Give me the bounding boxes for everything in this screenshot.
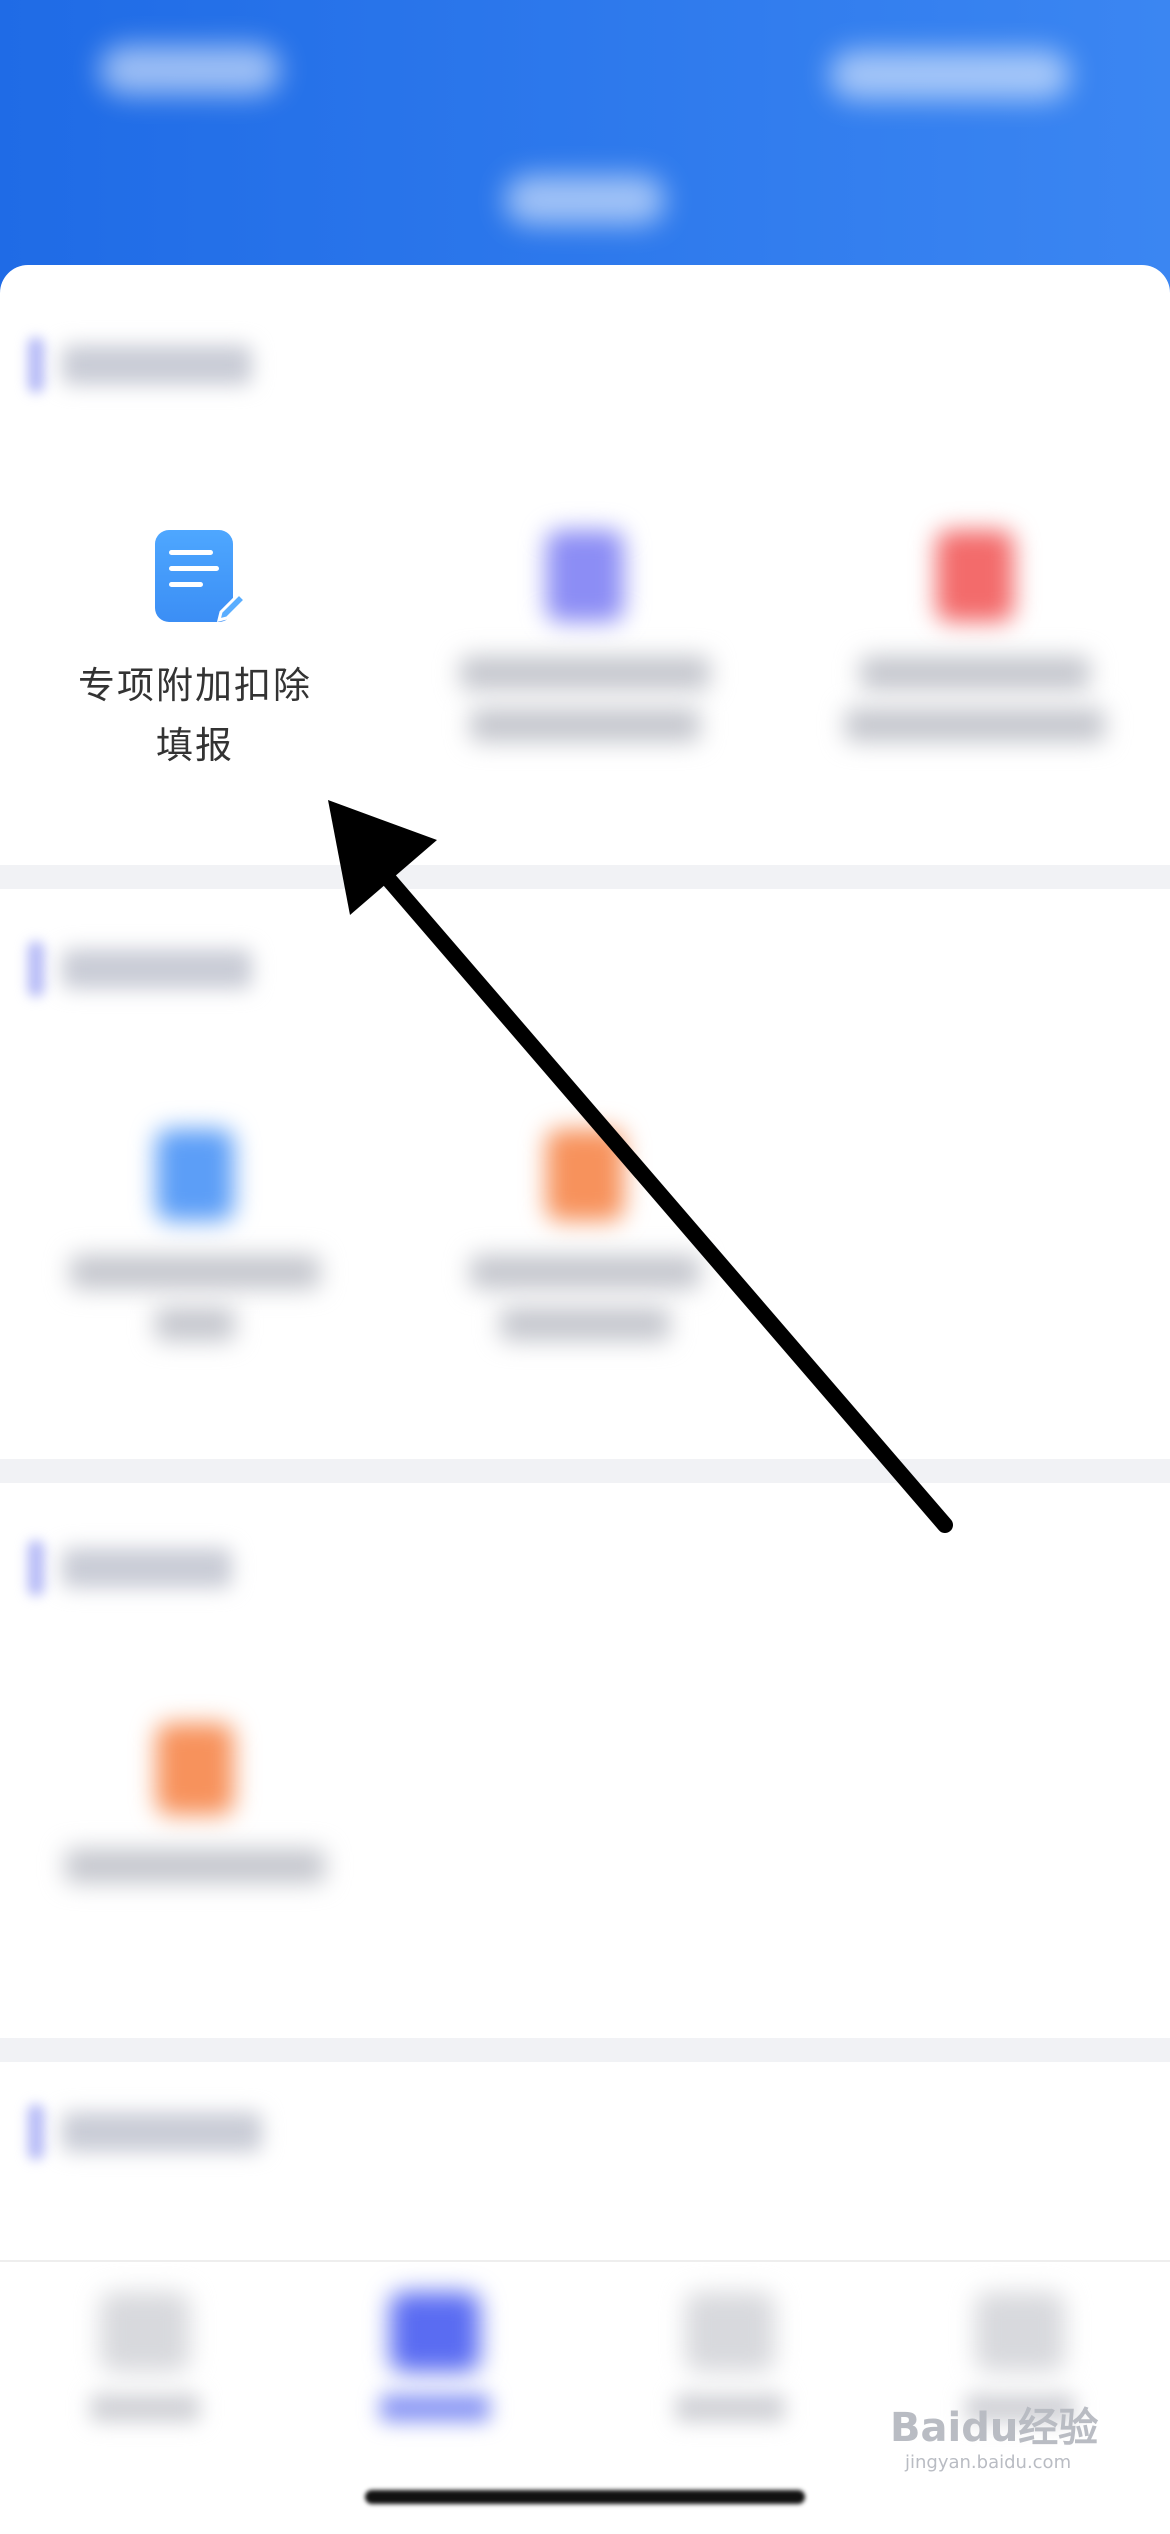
annotation-arrow-icon <box>328 800 953 1533</box>
